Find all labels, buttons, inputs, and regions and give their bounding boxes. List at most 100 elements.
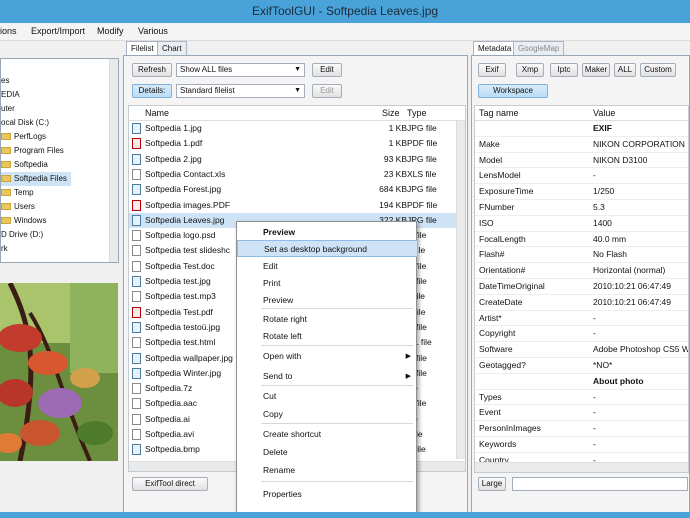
large-button[interactable]: Large	[478, 477, 506, 491]
tree-item-selected[interactable]: Softpedia Files	[1, 172, 71, 186]
metadata-row[interactable]: Orientation# Horizontal (normal)	[475, 263, 688, 279]
metadata-row[interactable]: Keywords -	[475, 437, 688, 453]
file-row[interactable]: Softpedia Contact.xls 23 KB XLS file	[129, 167, 465, 182]
context-menu-item[interactable]: Send to ▶	[237, 368, 418, 385]
edit-view-button[interactable]: Edit	[312, 84, 342, 98]
metadata-row[interactable]: Model NIKON D3100	[475, 153, 688, 169]
metadata-row[interactable]: Artist* -	[475, 311, 688, 327]
metadata-row[interactable]: ISO 1400	[475, 216, 688, 232]
tree-item[interactable]: PerfLogs	[1, 130, 46, 144]
refresh-button[interactable]: Refresh	[132, 63, 172, 77]
metadata-row[interactable]: Software Adobe Photoshop CS5 W	[475, 342, 688, 358]
context-menu-label: Properties	[263, 489, 302, 499]
menu-options[interactable]: ions	[0, 26, 17, 36]
column-size-header[interactable]: Size	[382, 106, 400, 121]
metadata-row[interactable]: EXIF	[475, 121, 688, 137]
tree-item[interactable]: rk	[1, 242, 8, 256]
metadata-row[interactable]: DateTimeOriginal 2010:10:21 06:47:49	[475, 279, 688, 295]
file-row[interactable]: Softpedia 1.jpg 1 KB JPG file	[129, 121, 465, 136]
metadata-edit-field[interactable]	[512, 477, 688, 491]
metadata-row[interactable]: Copyright -	[475, 326, 688, 343]
metadata-tag: Flash#	[479, 249, 505, 260]
menu-modify[interactable]: Modify	[97, 26, 124, 36]
metadata-tag: Geotagged?	[479, 360, 526, 370]
context-menu-item[interactable]: Create shortcut	[237, 426, 418, 443]
column-tag-header[interactable]: Tag name	[479, 106, 519, 121]
context-menu-item[interactable]: Preview	[237, 224, 418, 241]
tree-item[interactable]: Users	[1, 200, 35, 214]
menu-various[interactable]: Various	[138, 26, 168, 36]
context-menu-item[interactable]: Edit	[237, 258, 418, 275]
context-menu-item[interactable]: Cut	[237, 388, 418, 405]
all-button[interactable]: ALL	[614, 63, 636, 77]
file-name: Softpedia wallpaper.jpg	[145, 352, 233, 363]
tree-item[interactable]: D Drive (D:)	[1, 228, 43, 242]
context-menu-item[interactable]: Properties	[237, 486, 418, 503]
context-menu-item[interactable]: Open with ▶	[237, 348, 418, 365]
file-row[interactable]: Softpedia images.PDF 194 KB PDF file	[129, 198, 465, 213]
tree-scrollbar[interactable]	[109, 59, 118, 262]
metadata-row[interactable]: ExposureTime 1/250	[475, 184, 688, 200]
tree-item[interactable]: es	[1, 74, 9, 88]
tree-item[interactable]: EDIA	[1, 88, 20, 102]
metadata-row[interactable]: FocalLength 40.0 mm	[475, 232, 688, 248]
tree-item[interactable]: Windows	[1, 214, 46, 228]
file-name: Softpedia.aac	[145, 398, 197, 409]
metadata-row[interactable]: PersonInImages -	[475, 421, 688, 437]
file-icon	[132, 337, 141, 349]
context-menu-item[interactable]: Copy	[237, 406, 418, 423]
iptc-button[interactable]: Iptc	[550, 63, 578, 77]
tree-item[interactable]: uter	[1, 102, 15, 116]
tab-chart[interactable]: Chart	[157, 41, 187, 55]
column-value-header[interactable]: Value	[593, 106, 615, 121]
column-name-header[interactable]: Name	[145, 106, 169, 121]
column-type-header[interactable]: Type	[407, 106, 427, 121]
metadata-row[interactable]: Make NIKON CORPORATION	[475, 137, 688, 153]
menu-export-import[interactable]: Export/Import	[31, 26, 85, 36]
context-menu-item[interactable]: Delete	[237, 444, 418, 461]
workspace-button[interactable]: Workspace	[478, 84, 548, 98]
tab-filelist[interactable]: Filelist	[126, 41, 159, 55]
metadata-value: -	[593, 407, 596, 418]
metadata-row[interactable]: About photo	[475, 374, 688, 390]
xmp-button[interactable]: Xmp	[516, 63, 544, 77]
file-filter-select[interactable]: Show ALL files ▼	[176, 63, 305, 77]
file-size: 194 KB	[379, 199, 407, 210]
file-list-scrollbar-v[interactable]	[456, 121, 465, 459]
tree-item[interactable]: Softpedia	[1, 158, 48, 172]
metadata-value: -	[593, 439, 596, 449]
metadata-row[interactable]: Event -	[475, 405, 688, 422]
metadata-value: NIKON D3100	[593, 154, 648, 165]
custom-button[interactable]: Custom	[640, 63, 676, 77]
metadata-row[interactable]: FNumber 5.3	[475, 200, 688, 216]
details-button[interactable]: Details:	[132, 84, 172, 98]
file-row[interactable]: Softpedia Forest.jpg 684 KB JPG file	[129, 182, 465, 197]
context-menu-item[interactable]: Rename	[237, 462, 418, 479]
exiftool-direct-button[interactable]: ExifTool direct	[132, 477, 208, 491]
context-menu-item[interactable]: Rotate right	[237, 311, 418, 328]
context-menu-item[interactable]: Preview	[237, 292, 418, 309]
edit-filter-button[interactable]: Edit	[312, 63, 342, 77]
tree-item[interactable]: Temp	[1, 186, 34, 200]
view-mode-select[interactable]: Standard filelist ▼	[176, 84, 305, 98]
metadata-row[interactable]: Types -	[475, 390, 688, 406]
metadata-scrollbar-h[interactable]	[475, 462, 688, 472]
metadata-row[interactable]: CreateDate 2010:10:21 06:47:49	[475, 295, 688, 311]
metadata-header: Tag name Value	[475, 106, 688, 121]
context-menu-item[interactable]: Rotate left	[237, 328, 418, 345]
context-menu-item[interactable]: Set as desktop background	[237, 240, 418, 257]
tab-metadata[interactable]: Metadata	[473, 41, 517, 55]
metadata-row[interactable]: Flash# No Flash	[475, 247, 688, 264]
tree-item[interactable]: Program Files	[1, 144, 64, 158]
file-row[interactable]: Softpedia 2.jpg 93 KB JPG file	[129, 152, 465, 167]
metadata-row[interactable]: Geotagged? *NO*	[475, 358, 688, 374]
file-row[interactable]: Softpedia 1.pdf 1 KB PDF file	[129, 136, 465, 151]
metadata-row[interactable]: LensModel -	[475, 168, 688, 185]
folder-icon	[1, 161, 11, 169]
context-menu-item[interactable]: Print	[237, 275, 418, 292]
metadata-value: -	[593, 423, 596, 434]
exif-button[interactable]: Exif	[478, 63, 506, 77]
tab-googlemap[interactable]: GoogleMap	[513, 41, 565, 55]
tree-item[interactable]: ocal Disk (C:)	[1, 116, 49, 130]
maker-button[interactable]: Maker	[582, 63, 610, 77]
